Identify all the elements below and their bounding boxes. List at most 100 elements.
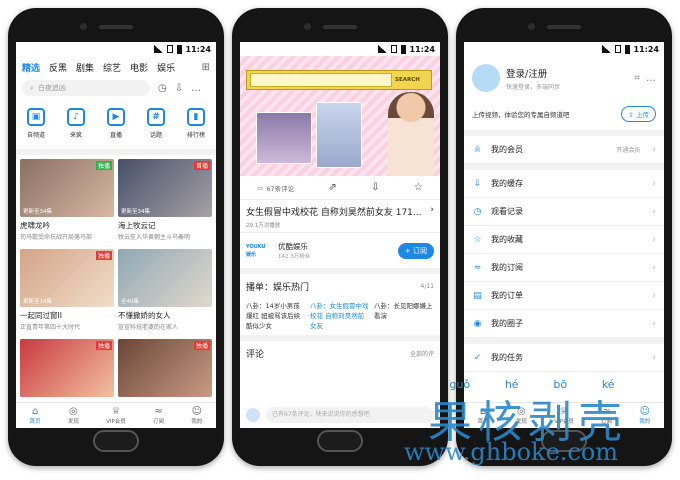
login-subtitle: 快速登录，多端同步 [506, 83, 561, 91]
nav-item-home[interactable]: ⌂ 首页 [30, 406, 41, 425]
upload-button-label: 上传 [636, 111, 649, 119]
download-icon[interactable]: ⇩ [175, 83, 183, 94]
login-title[interactable]: 登录/注册 [506, 66, 560, 80]
video-actions: ▭ 67条评论 ⇗ ⇩ ☆ [240, 176, 440, 200]
category-item[interactable]: ♪ 来疯 [58, 108, 94, 139]
video-title: 不懂撒娇的女人 [118, 311, 171, 320]
video-card[interactable]: 全40集 不懂撒娇的女人 宣宣科技老婆的在家人 [118, 249, 212, 335]
channel-subscribers: 142.3万粉丝 [278, 254, 311, 260]
menu-item[interactable]: ◷ 观看记录 › [464, 198, 664, 226]
playlist-item[interactable]: 八卦：长见阳娜嫌上看演 [374, 301, 434, 333]
video-title-row[interactable]: 女生假冒中戏校花 自称刘昊然前女友 171... › [240, 200, 440, 218]
search-input[interactable]: ⌕ 白夜追凶 [22, 80, 150, 96]
nav-label: 我的 [191, 419, 203, 425]
episode-overlay: 更新至34集 [121, 209, 150, 215]
comment-input[interactable]: 已有67条评论，快来说说你的感想吧 [266, 407, 434, 423]
upload-button[interactable]: ⇧ 上传 [621, 106, 656, 122]
comments-all-link[interactable]: 全部的评 [410, 349, 434, 358]
history-icon[interactable]: ◷ [158, 83, 167, 94]
download-icon[interactable]: ⇩ [371, 182, 379, 193]
channel-name[interactable]: 优酷娱乐 [278, 241, 310, 252]
scan-icon[interactable]: ⌗ [634, 73, 640, 84]
tab-item[interactable]: 娱乐 [157, 61, 175, 74]
video-thumbnail: 首播更新至34集 [118, 159, 212, 217]
vip-icon: ♕ [111, 406, 121, 417]
menu-item[interactable]: ▤ 我的订单 › [464, 282, 664, 310]
status-badge: 首播 [193, 161, 210, 170]
menu-label: 我的缓存 [491, 179, 523, 188]
menu-item[interactable]: ✓ 我的任务 › [464, 344, 664, 372]
status-time: 11:24 [185, 44, 211, 54]
menu-label: 观看记录 [491, 207, 523, 216]
menu-right-text: 开通会员 [616, 147, 641, 154]
chevron-right-icon: › [652, 206, 656, 217]
video-screen: 11:24 SEARCH ☝ ▭ 67条评论 ⇗ ⇩ ☆ [240, 42, 440, 428]
circle-icon: ◉ [473, 318, 482, 329]
search-icon: ⌕ [30, 83, 34, 92]
menu-item[interactable]: ⇩ 我的缓存 › [464, 170, 664, 198]
menu-label: 我的任务 [491, 353, 523, 362]
nav-item-vip[interactable]: ♕ VIP会员 [106, 406, 126, 425]
chevron-right-icon: › [652, 290, 656, 301]
subscription-icon: ≈ [473, 262, 482, 273]
grid-icon[interactable]: ⊞ [202, 62, 210, 73]
tab-item[interactable]: 综艺 [103, 61, 121, 74]
chevron-right-icon: › [652, 318, 656, 329]
nav-label: VIP会员 [106, 419, 126, 425]
video-card[interactable]: 首播 更新至34集 海上牧云记 牧云笙入华黄朝主斗乌秦明 [118, 159, 212, 245]
category-item[interactable]: ▮ 排行榜 [178, 108, 214, 139]
category-label: 来疯 [69, 132, 82, 139]
share-icon[interactable]: ⇗ [328, 182, 336, 193]
tab-item[interactable]: 反黑 [49, 61, 67, 74]
nav-item-profile[interactable]: ☺ 我的 [191, 406, 202, 425]
message-icon[interactable]: … [646, 73, 656, 84]
avatar[interactable] [472, 64, 500, 92]
history-icon: ◷ [473, 206, 482, 217]
category-item[interactable]: # 话题 [138, 108, 174, 139]
comments-header: 评论 全部的评 [240, 335, 440, 366]
chevron-right-icon: › [652, 144, 656, 155]
home-button[interactable] [317, 430, 363, 452]
nav-item-subscribe[interactable]: ≈ 订阅 [153, 406, 164, 425]
message-icon[interactable]: … [191, 83, 201, 94]
favorite-icon[interactable]: ☆ [414, 182, 423, 193]
menu-item[interactable]: ≈ 我的订阅 › [464, 254, 664, 282]
video-player[interactable]: SEARCH ☝ [240, 56, 440, 176]
tab-item[interactable]: 精选 [22, 61, 40, 74]
category-item[interactable]: ▣ 自频道 [18, 108, 54, 139]
status-badge: 独播 [95, 161, 112, 170]
playlist-item[interactable]: 八卦：女生假冒中戏校花 自称刘昊然前女友 [310, 301, 370, 333]
video-card[interactable]: 独播 更新至14集 一起同过窗II 正直青年第四十大时代 [20, 249, 114, 335]
home-icon: ⌂ [31, 406, 39, 417]
playlist-item[interactable]: 八卦：14岁小男孩爆红 妞被骂该后续酷似少女 [246, 301, 306, 333]
battery-icon [624, 44, 630, 54]
home-screen: 11:24 精选 反黑 剧集 综艺 电影 娱乐 ⊞ ⌕ 白夜追凶 ◷ ⇩ … ▣ 自频道 ♪ 来疯… [16, 42, 216, 428]
comment-button[interactable]: ▭ 67条评论 [257, 183, 294, 193]
video-card[interactable]: 独播 更新至34集 虎啸龙吟 司马懿受命抗战开局落马部 [20, 159, 114, 245]
signal-icon [377, 45, 387, 53]
nav-label: 订阅 [153, 419, 165, 425]
home-button[interactable] [93, 430, 139, 452]
menu-item[interactable]: ♕ 我的会员 开通会员 › [464, 136, 664, 164]
tab-item[interactable]: 电影 [130, 61, 148, 74]
category-item[interactable]: ▶ 直播 [98, 108, 134, 139]
banner-search-field [250, 73, 392, 87]
chevron-right-icon: › [652, 262, 656, 273]
video-title: 虎啸龙吟 [20, 221, 50, 230]
nav-item-discover[interactable]: ◎ 发现 [68, 406, 79, 425]
chevron-right-icon: › [652, 234, 656, 245]
subscribe-button[interactable]: + 订阅 [397, 242, 434, 259]
menu-item[interactable]: ◉ 我的圈子 › [464, 310, 664, 338]
earpiece [99, 25, 133, 29]
discover-icon: ◎ [69, 406, 78, 417]
login-header[interactable]: 登录/注册 快速登录，多端同步 ⌗ … [464, 56, 664, 98]
tab-item[interactable]: 剧集 [76, 61, 94, 74]
banner-screenshot [256, 112, 312, 164]
laifeng-icon: ♪ [67, 108, 85, 126]
episode-overlay: 更新至34集 [23, 209, 52, 215]
nav-item-profile[interactable]: ☺ 我的 [639, 406, 650, 425]
menu-item[interactable]: ☆ 我的收藏 › [464, 226, 664, 254]
front-camera [528, 23, 535, 30]
nav-label: 我的 [639, 419, 651, 425]
ranking-icon: ▮ [187, 108, 205, 126]
